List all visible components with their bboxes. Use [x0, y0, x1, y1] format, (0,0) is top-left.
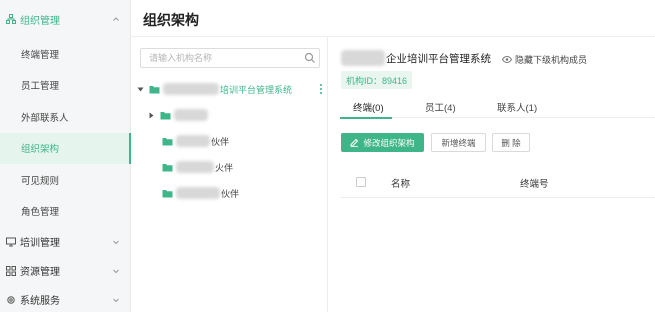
tree-node-root[interactable]: 培训平台管理系统	[137, 80, 292, 98]
redacted-text	[176, 161, 214, 173]
tree-node-child[interactable]: 伙伴	[162, 184, 239, 202]
redacted-text	[163, 83, 219, 95]
chevron-down-icon	[113, 298, 119, 302]
tree-node-child[interactable]: 伙伴	[162, 132, 229, 150]
folder-icon	[162, 163, 173, 171]
column-header-terminal: 终端号	[520, 179, 549, 190]
sidebar-item-label: 角色管理	[21, 207, 60, 219]
edit-org-button[interactable]: 修改组织架构	[341, 133, 424, 152]
sidebar-group-label: 组织管理	[20, 15, 60, 27]
redacted-text	[176, 135, 210, 147]
edit-icon	[350, 138, 359, 147]
org-tree-panel: 培训平台管理系统 伙伴 火伴 伙伴	[131, 37, 328, 312]
hide-sub-members-toggle[interactable]: 隐藏下级机构成员	[502, 53, 587, 66]
redacted-text	[176, 187, 220, 199]
chevron-up-icon	[113, 17, 119, 21]
add-terminal-button[interactable]: 新增终端	[431, 133, 486, 152]
folder-icon	[160, 111, 171, 119]
tree-node-child[interactable]	[148, 106, 209, 124]
folder-icon	[162, 189, 173, 197]
caret-right-icon[interactable]	[148, 112, 155, 119]
org-name: 企业培训平台管理系统	[386, 52, 491, 65]
select-all-checkbox[interactable]	[356, 177, 366, 187]
resource-icon	[6, 265, 16, 276]
org-title: 企业培训平台管理系统	[341, 50, 491, 66]
tab-contacts[interactable]: 联系人(1)	[497, 100, 537, 114]
active-tab-indicator	[340, 117, 392, 119]
folder-open-icon	[149, 85, 160, 93]
org-icon	[6, 14, 16, 24]
chevron-down-icon	[113, 240, 119, 244]
sidebar-item-label: 终端管理	[21, 49, 60, 61]
sidebar-item-label: 员工管理	[21, 81, 60, 93]
chevron-down-icon	[113, 269, 119, 273]
tree-node-label: 培训平台管理系统	[220, 84, 293, 95]
sidebar-group-service[interactable]: 系统服务	[0, 285, 130, 312]
edit-org-label: 修改组织架构	[363, 137, 415, 148]
sidebar-item-label: 外部联系人	[21, 112, 69, 124]
sidebar-item-contacts[interactable]: 外部联系人	[0, 101, 130, 133]
service-icon	[6, 295, 16, 305]
eye-icon	[502, 56, 512, 63]
sidebar-group-label: 系统服务	[20, 296, 60, 307]
delete-button[interactable]: 删 除	[492, 133, 530, 152]
sidebar-group-label: 资源管理	[20, 267, 60, 278]
sidebar-item-label: 可见规则	[21, 175, 60, 187]
tree-node-label: 火伴	[215, 162, 234, 173]
sidebar-item-org-structure[interactable]: 组织架构	[0, 132, 131, 164]
search-icon[interactable]	[304, 52, 316, 64]
sidebar-group-resource[interactable]: 资源管理	[0, 256, 130, 285]
tab-terminals[interactable]: 终端(0)	[353, 100, 384, 114]
redacted-text	[174, 109, 208, 121]
sidebar-item-roles[interactable]: 角色管理	[0, 196, 130, 228]
column-header-name: 名称	[391, 179, 411, 190]
detail-tabs: 终端(0) 员工(4) 联系人(1)	[340, 96, 655, 118]
hide-sub-members-label: 隐藏下级机构成员	[515, 55, 588, 65]
sidebar-group-org[interactable]: 组织管理	[0, 0, 130, 38]
org-search-input[interactable]	[140, 48, 320, 68]
more-options-icon[interactable]	[319, 83, 323, 95]
caret-down-icon[interactable]	[137, 86, 144, 93]
sidebar-item-visibility[interactable]: 可见规则	[0, 164, 130, 196]
table-header: 名称 终端号	[340, 170, 655, 198]
tree-node-label: 伙伴	[221, 188, 240, 199]
folder-icon	[162, 137, 173, 145]
sidebar-group-label: 培训管理	[20, 238, 60, 249]
sidebar-item-label: 组织架构	[21, 144, 60, 156]
sidebar: 组织管理 终端管理 员工管理 外部联系人 组织架构 可见规则 角色管理 培训管理…	[0, 0, 131, 312]
tree-node-child[interactable]: 火伴	[162, 158, 233, 176]
sidebar-item-employee[interactable]: 员工管理	[0, 70, 130, 102]
tab-employees[interactable]: 员工(4)	[425, 100, 456, 114]
sidebar-group-training[interactable]: 培训管理	[0, 227, 130, 256]
redacted-text	[341, 50, 385, 66]
page-title: 组织架构	[143, 12, 199, 28]
sidebar-item-terminal[interactable]: 终端管理	[0, 38, 130, 70]
org-id-badge: 机构ID：89416	[341, 71, 413, 89]
tree-node-label: 伙伴	[211, 136, 230, 147]
training-icon	[6, 237, 16, 247]
